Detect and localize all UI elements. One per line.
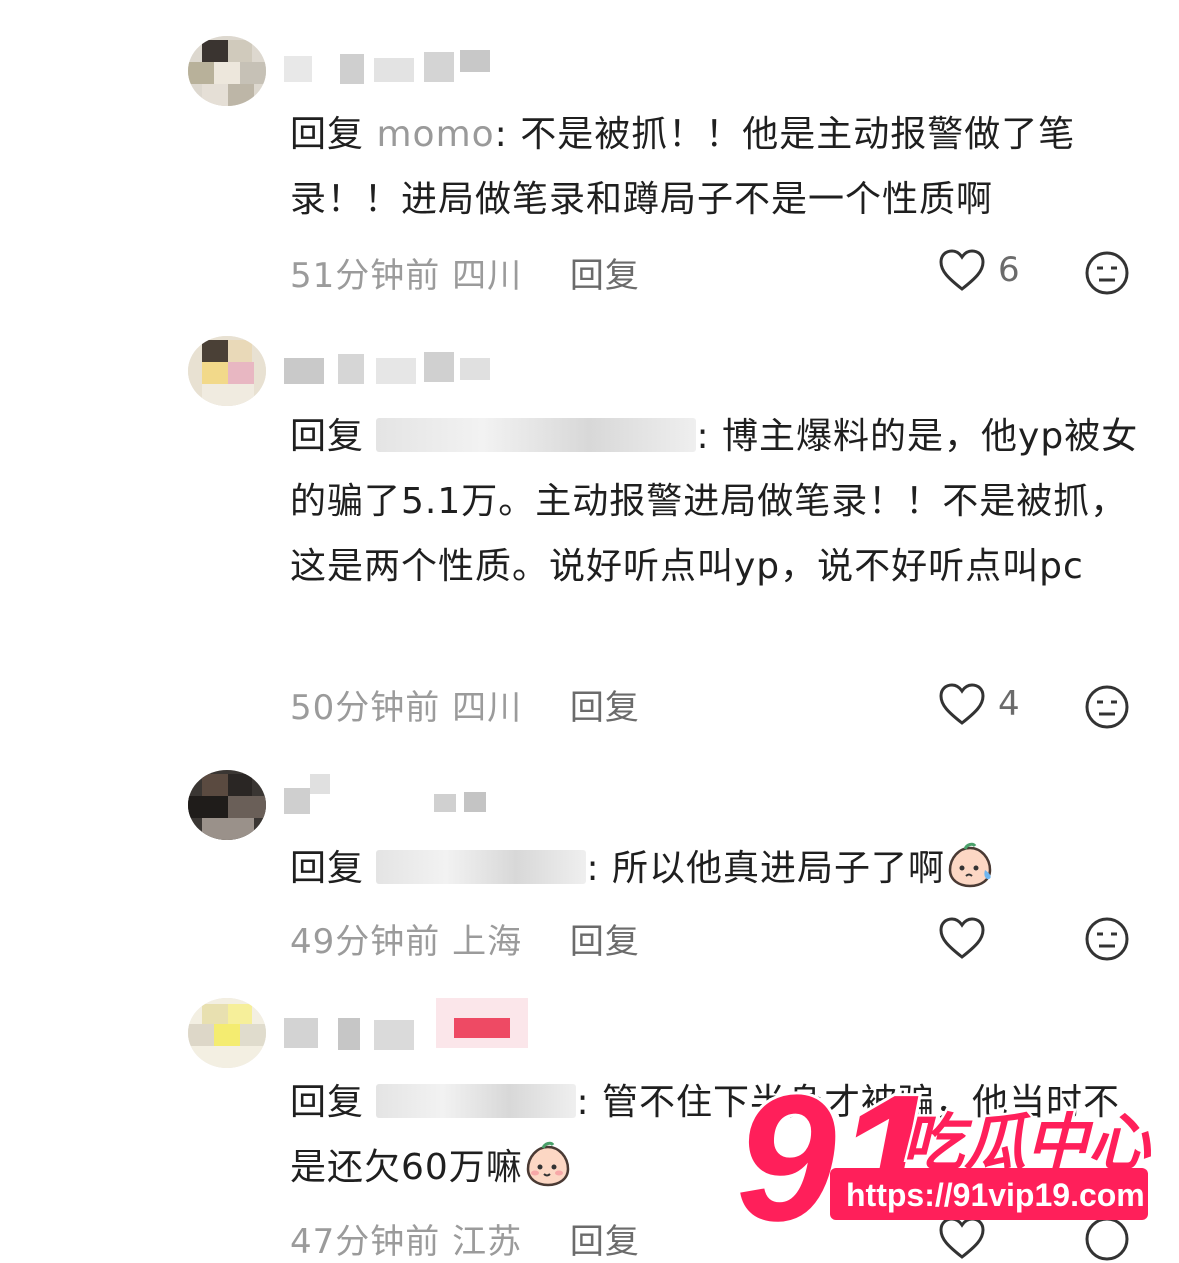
comment-time: 47分钟前 [290,1222,441,1262]
avatar[interactable] [188,36,266,106]
mention-username-blurred[interactable] [376,418,697,452]
comment-body: : 所以他真进局子了啊 [586,848,946,889]
comment-meta: 49分钟前 上海 回复 [290,914,640,963]
watermark-url: https://91vip19.com [846,1177,1145,1213]
comment-text: 回复 momo: 不是被抓！！他是主动报警做了笔录！！进局做笔录和蹲局子不是一个… [290,102,1150,232]
comment-location: 四川 [452,256,523,296]
comment-time: 50分钟前 [290,688,441,728]
like-button[interactable] [938,916,998,960]
watermark-logo: 91 吃瓜中心 https://91vip19.com [730,1055,1160,1262]
comment-text: 回复 : 所以他真进局子了啊 [290,836,1150,901]
unhappy-face-icon[interactable] [1084,684,1130,730]
reply-button[interactable]: 回复 [570,256,640,296]
reply-button[interactable]: 回复 [570,1222,640,1262]
unhappy-face-icon[interactable] [1084,250,1130,296]
comment-meta: 50分钟前 四川 回复 [290,680,640,729]
like-count: 6 [998,250,1020,290]
avatar[interactable] [188,998,266,1068]
like-button[interactable]: 4 [938,682,1020,726]
comment-text: 回复 : 博主爆料的是，他yp被女的骗了5.1万。主动报警进局做笔录！！不是被抓… [290,404,1150,599]
username-blurred[interactable] [284,48,494,88]
mention-username-blurred[interactable] [376,850,587,884]
reply-button[interactable]: 回复 [570,922,640,962]
heart-outline-icon [939,683,985,725]
comment-time: 51分钟前 [290,256,441,296]
username-blurred[interactable] [284,348,494,388]
comment-location: 四川 [452,688,523,728]
reply-button[interactable]: 回复 [570,688,640,728]
comment-time: 49分钟前 [290,922,441,962]
sweating-peach-emoji [948,842,992,888]
unhappy-face-icon[interactable] [1084,916,1130,962]
username-blurred[interactable] [284,998,534,1052]
heart-outline-icon [939,917,985,959]
avatar[interactable] [188,336,266,406]
comment-location: 上海 [452,922,523,962]
like-button[interactable]: 6 [938,248,1020,292]
reply-prefix: 回复 [290,416,365,457]
reply-prefix: 回复 [290,848,365,889]
reply-prefix: 回复 [290,114,365,155]
like-count: 4 [998,684,1020,724]
reply-prefix: 回复 [290,1082,365,1123]
heart-outline-icon [939,249,985,291]
avatar[interactable] [188,770,266,840]
mention-username[interactable]: momo [376,114,494,155]
comment-location: 江苏 [452,1222,523,1262]
username-blurred[interactable] [284,774,494,814]
peach-emoji [526,1141,570,1187]
comment-meta: 51分钟前 四川 回复 [290,248,640,297]
mention-username-blurred[interactable] [376,1084,577,1118]
